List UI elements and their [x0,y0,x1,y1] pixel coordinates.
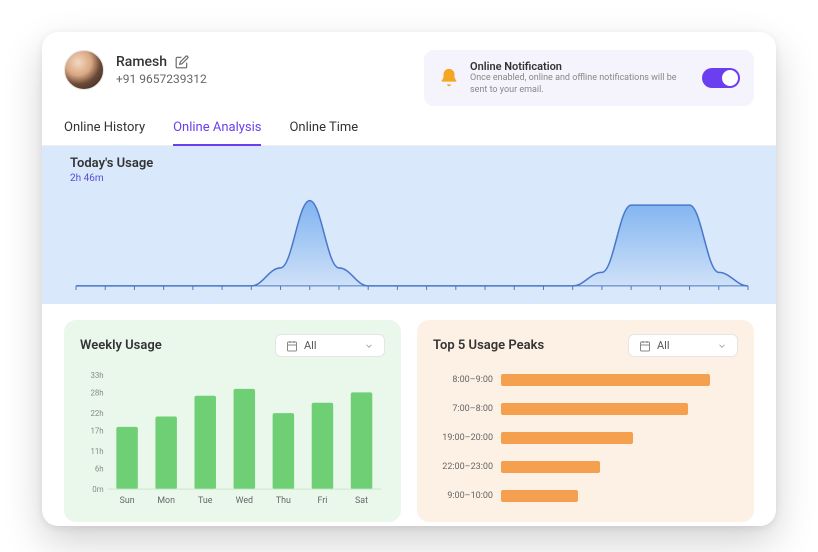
tabs: Online History Online Analysis Online Ti… [42,106,776,146]
svg-text:22h: 22h [90,409,103,418]
peak-bar [501,374,710,386]
chevron-down-icon [364,341,374,351]
peak-bar [501,490,578,502]
weekly-selector-value: All [304,339,317,352]
peak-row: 8:00–9:00 [433,372,738,388]
tab-online-analysis[interactable]: Online Analysis [173,120,261,145]
peaks-chart: 8:00–9:00 7:00–8:00 19:00–20:00 22:00–23:00… [433,372,738,504]
peak-label: 7:00–8:00 [433,404,493,414]
peak-row: 7:00–8:00 [433,401,738,417]
peak-bar [501,432,633,444]
notification-toggle[interactable] [702,68,740,88]
peak-label: 8:00–9:00 [433,375,493,385]
profile-phone: +91 9657239312 [116,72,207,86]
svg-text:28h: 28h [90,389,103,398]
calendar-icon [286,340,298,352]
profile-name: Ramesh [116,54,167,70]
peak-bar [501,461,600,473]
bottom-row: Weekly Usage All 0m 6h 11h 17h 22h 28h 33h Sun M… [42,304,776,526]
notification-box: Online Notification Once enabled, online… [424,50,754,106]
svg-text:Sat: Sat [355,496,368,506]
chevron-down-icon [717,341,727,351]
svg-text:Tue: Tue [198,496,213,506]
weekly-head: Weekly Usage All [80,334,385,357]
peak-row: 19:00–20:00 [433,430,738,446]
svg-text:Wed: Wed [236,496,253,506]
avatar[interactable] [64,50,104,90]
profile-block: Ramesh +91 9657239312 [64,50,207,90]
peak-label: 22:00–23:00 [433,462,493,472]
svg-text:Thu: Thu [276,496,291,506]
weekly-usage-panel: Weekly Usage All 0m 6h 11h 17h 22h 28h 33h Sun M… [64,320,401,522]
today-usage-chart [72,190,752,292]
weekly-selector[interactable]: All [275,334,385,357]
svg-text:33h: 33h [90,371,103,380]
calendar-icon [639,340,651,352]
peak-label: 9:00–10:00 [433,491,493,501]
peaks-head: Top 5 Usage Peaks All [433,334,738,357]
tab-online-history[interactable]: Online History [64,120,145,145]
peaks-selector-value: All [657,339,670,352]
svg-text:6h: 6h [95,465,104,474]
peak-row: 9:00–10:00 [433,488,738,504]
edit-icon[interactable] [175,55,189,69]
today-duration: 2h 46m [64,173,754,184]
tab-online-time[interactable]: Online Time [289,120,358,145]
notification-title: Online Notification [470,60,692,73]
bell-icon [438,67,460,89]
svg-text:Mon: Mon [157,496,175,506]
today-usage-panel: Today's Usage 2h 46m [42,146,776,304]
svg-text:0m: 0m [92,485,103,494]
notification-subtitle: Once enabled, online and offline notific… [470,73,692,96]
peak-bar [501,403,688,415]
dashboard-card: Ramesh +91 9657239312 Online Notificatio… [42,32,776,526]
svg-text:Sun: Sun [120,496,135,506]
name-row: Ramesh [116,54,207,70]
profile-text: Ramesh +91 9657239312 [116,54,207,86]
svg-text:Fri: Fri [317,496,327,506]
peaks-title: Top 5 Usage Peaks [433,338,544,353]
peak-row: 22:00–23:00 [433,459,738,475]
peaks-selector[interactable]: All [628,334,738,357]
svg-text:17h: 17h [90,427,103,436]
notification-text: Online Notification Once enabled, online… [470,60,692,96]
peak-label: 19:00–20:00 [433,433,493,443]
header: Ramesh +91 9657239312 Online Notificatio… [42,32,776,106]
weekly-usage-chart: 0m 6h 11h 17h 22h 28h 33h Sun Mon Tue Wed Thu Fri Sat [80,368,385,508]
weekly-title: Weekly Usage [80,338,162,353]
svg-text:11h: 11h [90,447,103,456]
today-title: Today's Usage [64,156,754,171]
peaks-panel: Top 5 Usage Peaks All 8:00–9:00 7:00–8:00… [417,320,754,522]
